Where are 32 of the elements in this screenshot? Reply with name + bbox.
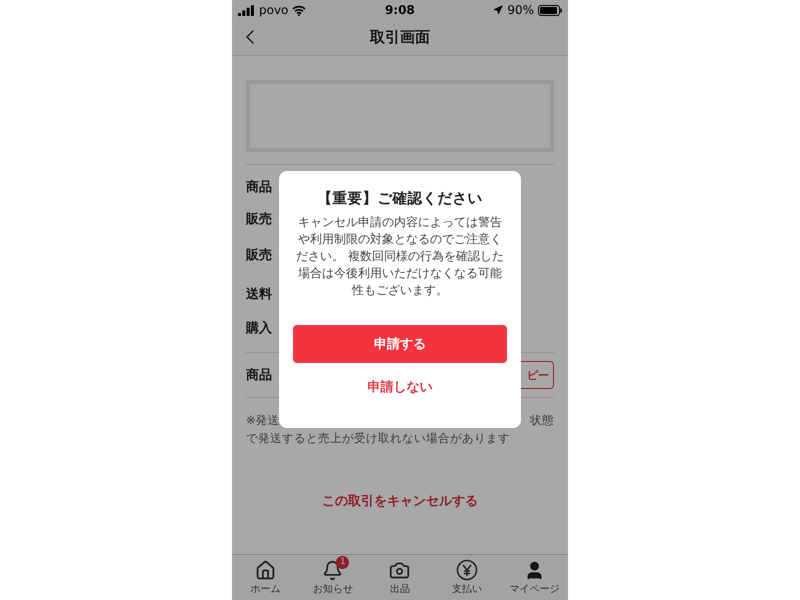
detail-label: 販売 bbox=[246, 246, 272, 264]
signal-icon bbox=[238, 4, 255, 16]
detail-label: 購入 bbox=[246, 320, 272, 338]
detail-label: 販売 bbox=[246, 211, 272, 229]
note-text: ※発送 bbox=[246, 413, 280, 428]
detail-label: 商品 bbox=[246, 366, 272, 385]
note-text: で発送すると売上が受け取れない場合があります bbox=[246, 431, 511, 446]
dialog-message: キャンセル申請の内容によっては警告や利用制限の対象となるのでご注意ください。 複数回同様の行為を確認した場合は今後利用いただけなくなる可能性もございます。 bbox=[295, 214, 505, 299]
tab-item[interactable]: 出品 bbox=[366, 555, 434, 600]
note-text: 状態 bbox=[530, 413, 554, 428]
carrier-name: povo bbox=[259, 3, 288, 17]
wifi-icon bbox=[292, 4, 306, 16]
notification-badge: 1 bbox=[336, 556, 350, 568]
screen-title: 取引画面 bbox=[370, 28, 430, 47]
dialog-title: 【重要】ご確認ください bbox=[318, 190, 482, 208]
bell-icon bbox=[322, 560, 344, 580]
battery-icon bbox=[538, 4, 562, 16]
tab-item[interactable]: ホーム bbox=[232, 555, 300, 600]
yen-icon bbox=[456, 559, 478, 581]
tab-item[interactable]: マイページ bbox=[500, 555, 568, 600]
tab-item[interactable]: 1 お知らせ bbox=[299, 555, 366, 600]
battery-percent: 90% bbox=[507, 3, 534, 17]
detail-label: 送料 bbox=[246, 286, 272, 304]
cancel-link[interactable]: この取引をキャンセルする bbox=[322, 492, 478, 510]
camera-icon bbox=[389, 560, 410, 580]
home-icon bbox=[255, 560, 276, 580]
decline-button[interactable]: 申請しない bbox=[362, 377, 438, 397]
clock-time: 9:08 bbox=[384, 3, 415, 17]
apply-button[interactable]: 申請する bbox=[293, 325, 507, 363]
detail-label: 商品 bbox=[246, 178, 272, 197]
tab-item[interactable]: 支払い bbox=[434, 555, 501, 600]
location-icon bbox=[493, 5, 504, 15]
